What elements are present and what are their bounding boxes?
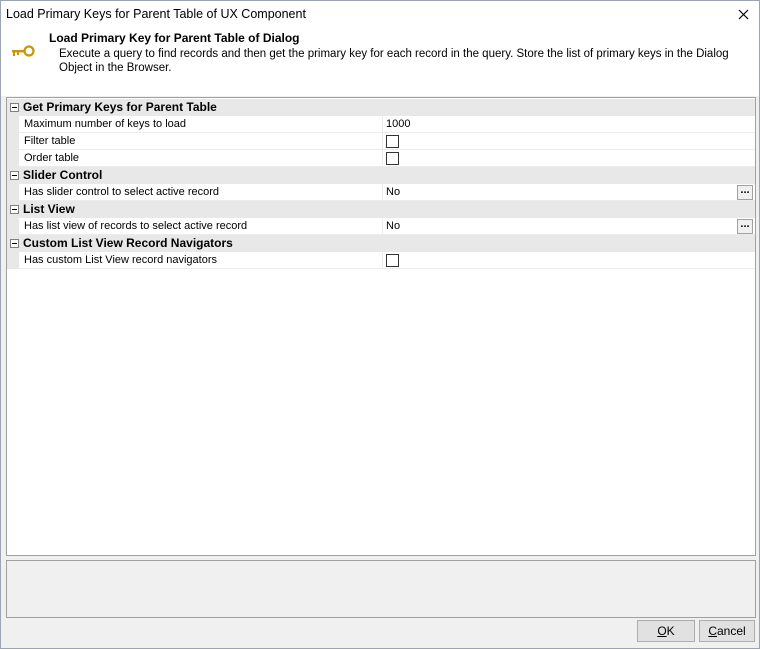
column-divider (382, 184, 383, 201)
key-icon (12, 45, 35, 57)
collapse-toggle[interactable] (10, 103, 19, 112)
section-label: Slider Control (23, 168, 103, 182)
property-grid: Get Primary Keys for Parent Table Maximu… (6, 97, 756, 556)
custom-navigators-checkbox[interactable] (386, 254, 399, 267)
section-slider-control[interactable]: Slider Control (7, 167, 755, 184)
section-get-primary-keys[interactable]: Get Primary Keys for Parent Table (7, 99, 755, 116)
prop-row-max-keys[interactable]: Maximum number of keys to load 1000 (7, 116, 755, 133)
list-view-value[interactable]: No (386, 220, 400, 232)
prop-row-slider[interactable]: Has slider control to select active reco… (7, 184, 755, 201)
row-gutter (7, 184, 19, 201)
column-divider (382, 133, 383, 150)
ok-accelerator: O (657, 624, 667, 638)
column-divider (382, 252, 383, 269)
window-title: Load Primary Keys for Parent Table of UX… (6, 7, 306, 21)
prop-row-order-table[interactable]: Order table (7, 150, 755, 167)
collapse-toggle[interactable] (10, 239, 19, 248)
collapse-toggle[interactable] (10, 171, 19, 180)
prop-name: Has slider control to select active reco… (24, 186, 220, 198)
section-label: Custom List View Record Navigators (23, 236, 233, 250)
prop-name: Has list view of records to select activ… (24, 220, 248, 232)
section-label: Get Primary Keys for Parent Table (23, 100, 217, 114)
prop-row-custom-navigators[interactable]: Has custom List View record navigators (7, 252, 755, 269)
max-keys-value[interactable]: 1000 (386, 118, 410, 130)
close-button[interactable] (731, 3, 755, 25)
filter-table-checkbox[interactable] (386, 135, 399, 148)
row-gutter (7, 116, 19, 133)
prop-name: Has custom List View record navigators (24, 254, 217, 266)
column-divider (382, 150, 383, 167)
section-custom-navigators[interactable]: Custom List View Record Navigators (7, 235, 755, 252)
list-view-ellipsis-button[interactable]: ... (737, 219, 753, 234)
close-icon (738, 9, 748, 19)
header-panel: Load Primary Key for Parent Table of Dia… (1, 28, 759, 96)
row-gutter (7, 252, 19, 269)
title-bar: Load Primary Keys for Parent Table of UX… (1, 1, 759, 28)
header-title: Load Primary Key for Parent Table of Dia… (49, 31, 300, 45)
prop-row-list-view[interactable]: Has list view of records to select activ… (7, 218, 755, 235)
row-gutter (7, 133, 19, 150)
cancel-button[interactable]: Cancel (699, 620, 755, 642)
cancel-accelerator: C (708, 624, 717, 638)
row-gutter (7, 150, 19, 167)
section-list-view[interactable]: List View (7, 201, 755, 218)
dialog-window: Load Primary Keys for Parent Table of UX… (0, 0, 760, 649)
column-divider (382, 116, 383, 133)
slider-value[interactable]: No (386, 186, 400, 198)
prop-row-filter-table[interactable]: Filter table (7, 133, 755, 150)
prop-name: Maximum number of keys to load (24, 118, 187, 130)
header-description: Execute a query to find records and then… (59, 48, 729, 74)
collapse-toggle[interactable] (10, 205, 19, 214)
row-gutter (7, 218, 19, 235)
prop-name: Filter table (24, 135, 76, 147)
column-divider (382, 218, 383, 235)
ok-button[interactable]: OK (637, 620, 695, 642)
cancel-label-rest: ancel (716, 624, 746, 638)
slider-ellipsis-button[interactable]: ... (737, 185, 753, 200)
description-panel (6, 560, 756, 618)
prop-name: Order table (24, 152, 80, 164)
order-table-checkbox[interactable] (386, 152, 399, 165)
section-label: List View (23, 202, 75, 216)
ok-label-rest: K (666, 624, 675, 638)
